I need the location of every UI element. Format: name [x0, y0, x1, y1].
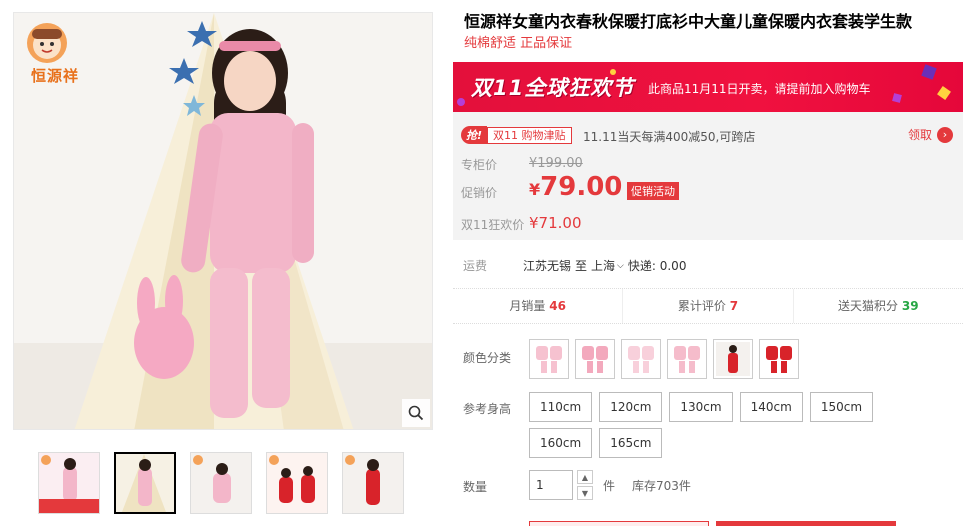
thumbnail-5[interactable] — [342, 452, 404, 514]
stat-label: 送天猫积分 — [838, 299, 899, 313]
stat-value: 7 — [729, 299, 739, 313]
thumbnail-image — [267, 453, 327, 513]
thumbnail-1[interactable] — [38, 452, 100, 514]
currency-symbol: ¥ — [529, 180, 541, 199]
stat-label: 累计评价 — [677, 299, 726, 313]
promo-price: ¥79.00 — [529, 172, 622, 202]
quantity-label: 数量 — [463, 480, 488, 494]
size-option-160[interactable]: 160cm — [529, 428, 593, 458]
magnifier-icon — [408, 405, 424, 421]
pink-pajama-icon — [536, 346, 562, 373]
brand-logo: 恒源祥 — [22, 19, 88, 86]
thumbnail-3[interactable] — [190, 452, 252, 514]
coupon-label: 领取 — [907, 128, 932, 142]
price-panel: 抢! 双11 购物津贴 11.11当天每满400减50,可跨店 领取 › 专柜价… — [453, 112, 963, 240]
color-option-6[interactable] — [759, 339, 799, 379]
thumbnail-image — [116, 454, 174, 512]
thumbnail-image — [39, 453, 99, 513]
pink-pajama-icon — [582, 346, 608, 373]
banner-note: 此商品11月11日开卖，请提前加入购物车 — [648, 82, 871, 96]
original-price: ¥199.00 — [529, 156, 583, 171]
thumbnail-image — [343, 453, 403, 513]
size-option-150[interactable]: 150cm — [809, 392, 874, 422]
size-option-120[interactable]: 120cm — [599, 392, 663, 422]
stats-bar: 月销量 46 累计评价 7 送天猫积分 39 — [453, 288, 963, 324]
double11-price-label: 双11狂欢价 — [461, 218, 525, 232]
color-option-4[interactable] — [667, 339, 707, 379]
increase-button[interactable]: ▲ — [577, 470, 593, 484]
red-outfit-photo-icon — [716, 342, 750, 376]
color-option-2[interactable] — [575, 339, 615, 379]
stat-value: 46 — [549, 299, 566, 313]
chevron-down-icon: ▼ — [581, 488, 589, 498]
stock-count: 库存703件 — [632, 479, 691, 493]
chevron-up-icon: ▲ — [581, 472, 589, 482]
zoom-button[interactable] — [402, 399, 430, 427]
decrease-button[interactable]: ▼ — [577, 486, 593, 500]
pink-pajama-icon — [628, 346, 654, 373]
tmall-points: 送天猫积分 39 — [794, 289, 963, 323]
promo-tag: 抢! 双11 购物津贴 — [461, 126, 572, 144]
product-title: 恒源祥女童内衣春秋保暖打底衫中大童儿童保暖内衣套装学生款 — [464, 12, 913, 31]
grab-badge: 抢! — [461, 126, 488, 144]
main-product-image[interactable]: 恒源祥 — [13, 12, 433, 430]
pink-pajama-icon — [674, 346, 700, 373]
shipping-label: 运费 — [463, 259, 488, 273]
add-to-cart-button-edge[interactable] — [716, 521, 896, 526]
thumbnail-image — [191, 453, 251, 513]
size-option-165[interactable]: 165cm — [599, 428, 663, 458]
thumbnail-4[interactable] — [266, 452, 328, 514]
color-option-5[interactable] — [713, 339, 753, 379]
double11-banner[interactable]: 双11全球狂欢节 此商品11月11日开卖，请提前加入购物车 — [453, 62, 963, 112]
size-option-130[interactable]: 130cm — [669, 392, 733, 422]
coupon-link[interactable]: 领取 › — [908, 126, 953, 143]
thumbnail-2-selected[interactable] — [114, 452, 176, 514]
promo-label: 双11 购物津贴 — [487, 126, 572, 144]
color-option-1[interactable] — [529, 339, 569, 379]
product-subtitle: 纯棉舒适 正品保证 — [464, 36, 573, 51]
ship-to: 上海 — [591, 259, 616, 273]
stat-label: 月销量 — [509, 299, 546, 313]
color-option-3[interactable] — [621, 339, 661, 379]
shipping-info: 江苏无锡 至 上海 ⌵ 快递: 0.00 — [523, 257, 686, 274]
size-label: 参考身高 — [463, 402, 512, 416]
quantity-input[interactable]: 1 — [529, 470, 573, 500]
express-fee: 快递: 0.00 — [627, 259, 687, 273]
thumbnail-strip — [38, 452, 404, 514]
size-options: 110cm 120cm 130cm 140cm 150cm 160cm 165c… — [529, 392, 919, 458]
size-option-110[interactable]: 110cm — [529, 392, 593, 422]
monthly-sales: 月销量 46 — [453, 289, 624, 323]
ship-to-word: 至 — [575, 259, 588, 273]
promo-price-value: 79.00 — [540, 172, 623, 202]
banner-title: 双11全球狂欢节 — [471, 76, 635, 100]
chevron-down-icon: ⌵ — [617, 260, 624, 271]
red-pajama-icon — [766, 346, 792, 373]
quantity-unit: 件 — [603, 479, 616, 493]
size-option-140[interactable]: 140cm — [739, 392, 803, 422]
ship-from: 江苏无锡 — [523, 259, 572, 273]
brand-name: 恒源祥 — [30, 67, 79, 85]
promo-activity-badge[interactable]: 促销活动 — [627, 182, 679, 200]
shipping-row: 运费 江苏无锡 至 上海 ⌵ 快递: 0.00 — [453, 250, 963, 280]
color-label: 颜色分类 — [463, 351, 512, 365]
double11-price: ¥71.00 — [529, 214, 582, 232]
stat-value: 39 — [901, 299, 919, 313]
promo-text: 11.11当天每满400减50,可跨店 — [583, 130, 756, 144]
arrow-right-icon: › — [937, 126, 953, 143]
total-reviews[interactable]: 累计评价 7 — [623, 289, 794, 323]
brand-mascot-icon — [27, 23, 67, 63]
promo-price-label: 促销价 — [461, 186, 498, 200]
original-price-label: 专柜价 — [461, 158, 498, 172]
ship-to-select[interactable]: 上海 ⌵ — [591, 257, 624, 274]
buy-now-button-edge[interactable] — [529, 521, 709, 526]
color-options — [529, 339, 799, 379]
quantity-stepper: ▲ ▼ — [577, 470, 593, 502]
